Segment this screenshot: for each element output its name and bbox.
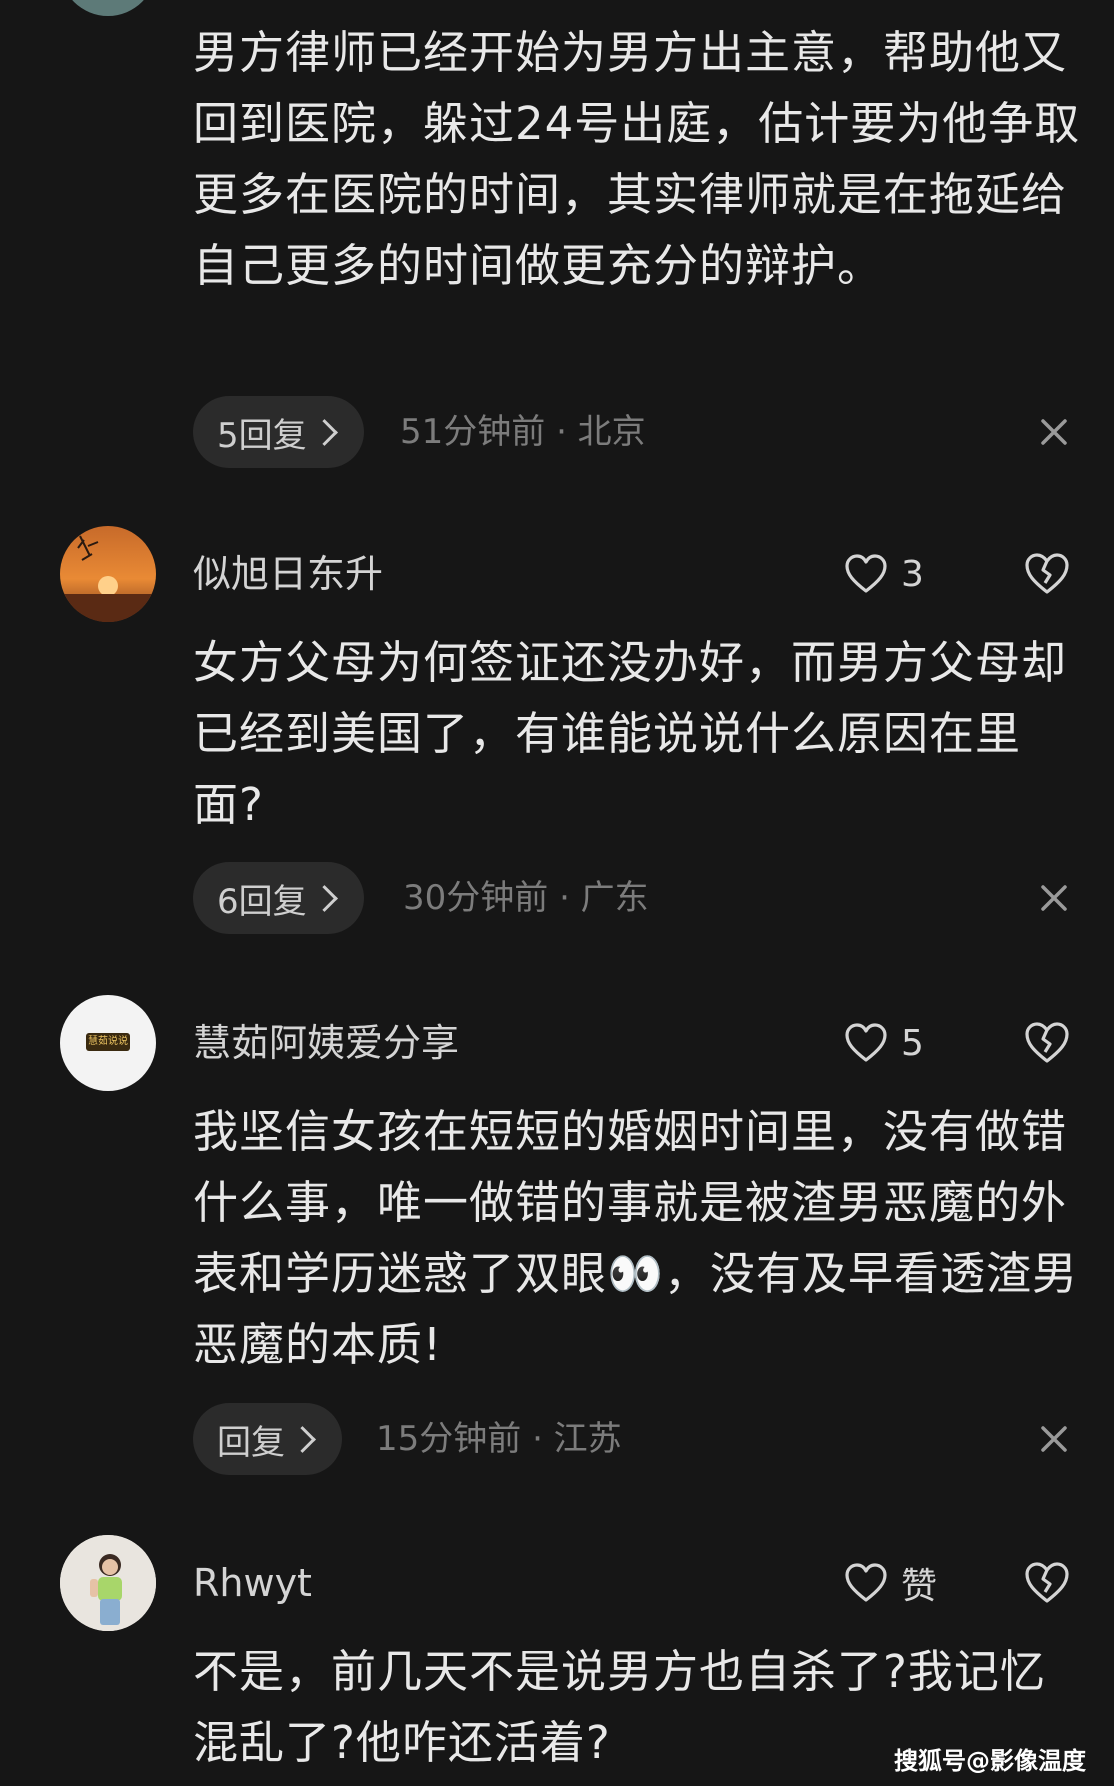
watermark: 搜狐号@影像温度 [894, 1747, 1086, 1775]
like-count: 赞 [901, 1566, 938, 1607]
chevron-right-icon [289, 1425, 316, 1453]
like-button[interactable]: 赞 [843, 1559, 937, 1607]
reply-button[interactable]: 6回复 [193, 862, 364, 934]
person-avatar-image [60, 1535, 156, 1631]
comment-meta: 51分钟前 · 北京 [400, 412, 646, 452]
like-count: 3 [901, 553, 924, 595]
avatar[interactable] [60, 0, 156, 16]
like-count: 5 [901, 1022, 924, 1064]
close-icon[interactable] [1038, 416, 1070, 448]
sunset-avatar-image [60, 526, 156, 622]
chevron-right-icon [310, 884, 338, 912]
broken-heart-icon[interactable] [1023, 1019, 1071, 1067]
avatar[interactable] [60, 526, 156, 622]
reply-button[interactable]: 5回复 [193, 396, 364, 468]
broken-heart-icon[interactable] [1023, 550, 1071, 598]
username[interactable]: 慧茹阿姨爱分享 [193, 1019, 459, 1067]
reply-label: 回复 [217, 1422, 285, 1463]
heart-icon [845, 1023, 887, 1062]
avatar-logo-text: 慧茹说说 [86, 1033, 130, 1051]
chevron-right-icon [310, 418, 338, 446]
heart-icon [845, 554, 887, 593]
close-icon[interactable] [1038, 882, 1070, 914]
username[interactable]: 似旭日东升 [193, 550, 383, 598]
username[interactable]: Rhwyt [193, 1559, 312, 1607]
avatar[interactable]: 慧茹说说 [60, 995, 156, 1091]
close-icon[interactable] [1038, 1423, 1070, 1455]
like-button[interactable]: 5 [843, 1019, 924, 1067]
broken-heart-icon[interactable] [1023, 1559, 1071, 1607]
comment-body: 男方律师已经开始为男方出主意，帮助他又回到医院，躲过24号出庭，估计要为他争取更… [193, 26, 1081, 292]
reply-label: 6回复 [217, 881, 307, 922]
like-button[interactable]: 3 [843, 550, 924, 598]
avatar[interactable] [60, 1535, 156, 1631]
comment-body: 女方父母为何签证还没办好，而男方父母却已经到美国了，有谁能说说什么原因在里面? [193, 636, 1068, 831]
comment-body: 我坚信女孩在短短的婚姻时间里，没有做错什么事，唯一做错的事就是被渣男恶魔的外表和… [193, 1105, 1079, 1371]
heart-icon [845, 1563, 887, 1602]
comment-meta: 30分钟前 · 广东 [403, 878, 649, 918]
reply-label: 5回复 [217, 415, 307, 456]
reply-button[interactable]: 回复 [193, 1403, 342, 1475]
comment-meta: 15分钟前 · 江苏 [376, 1419, 622, 1459]
